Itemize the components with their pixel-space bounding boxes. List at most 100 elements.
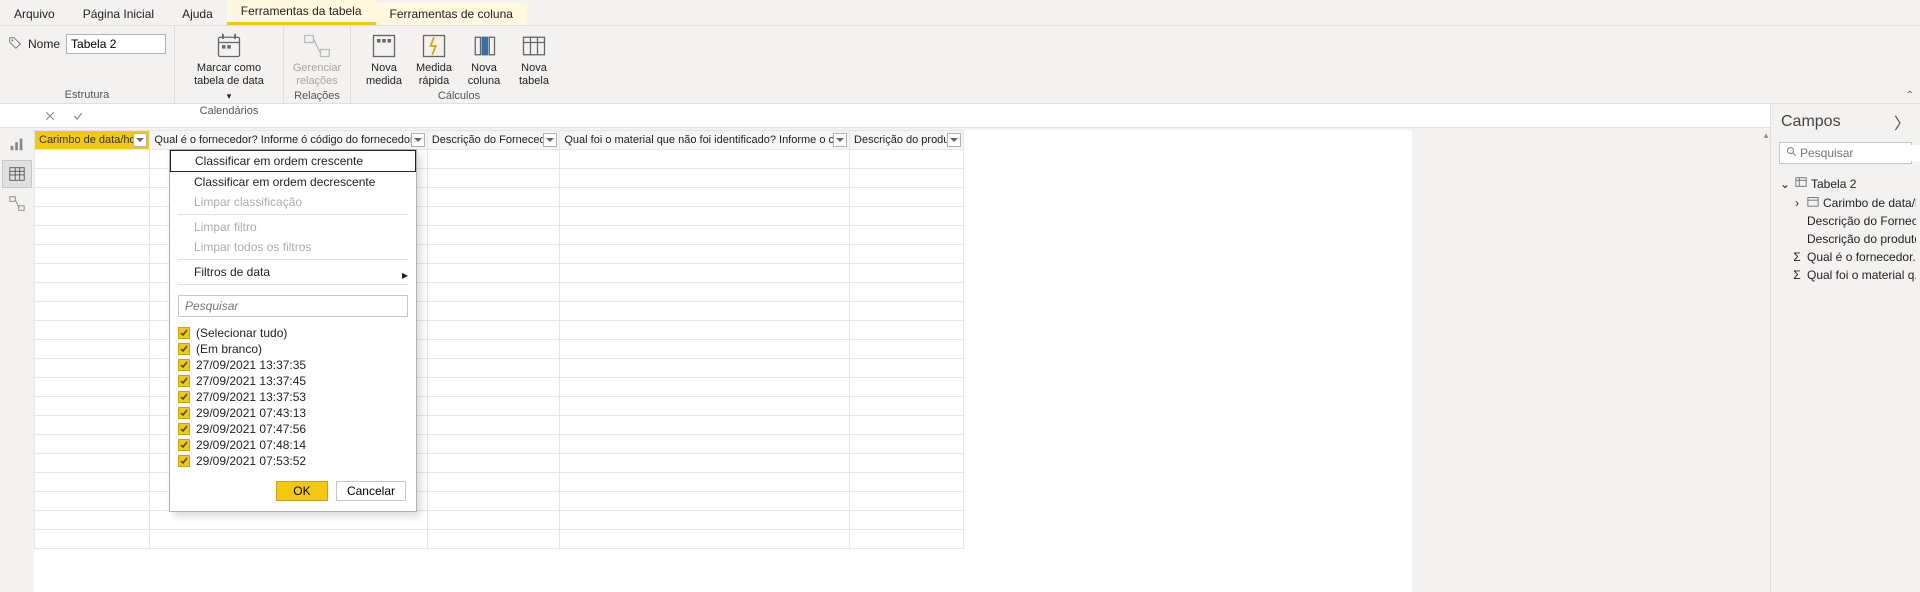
col-header-descricao-produto[interactable]: Descrição do produto xyxy=(850,131,964,150)
table-cell[interactable] xyxy=(427,283,560,302)
table-cell[interactable] xyxy=(35,321,150,340)
col-header-descricao-fornecedor[interactable]: Descrição do Fornecedor xyxy=(427,131,560,150)
table-cell[interactable] xyxy=(150,511,427,530)
table-cell[interactable] xyxy=(35,245,150,264)
table-cell[interactable] xyxy=(560,188,850,207)
table-cell[interactable] xyxy=(560,359,850,378)
tab-ferramentas-tabela[interactable]: Ferramentas da tabela xyxy=(227,0,376,25)
field-descricao-produto[interactable]: Descrição do produto xyxy=(1775,230,1916,248)
table-cell[interactable] xyxy=(35,188,150,207)
table-cell[interactable] xyxy=(560,492,850,511)
table-cell[interactable] xyxy=(35,378,150,397)
checkbox-checked-icon[interactable] xyxy=(178,359,190,371)
table-cell[interactable] xyxy=(427,207,560,226)
table-cell[interactable] xyxy=(850,226,964,245)
table-cell[interactable] xyxy=(560,169,850,188)
table-cell[interactable] xyxy=(35,264,150,283)
tab-ajuda[interactable]: Ajuda xyxy=(168,3,227,25)
table-cell[interactable] xyxy=(560,340,850,359)
checkbox-checked-icon[interactable] xyxy=(178,423,190,435)
medida-rapida-button[interactable]: Medida rápida xyxy=(409,30,459,90)
table-cell[interactable] xyxy=(427,321,560,340)
collapse-ribbon-icon[interactable]: ⌃ xyxy=(1906,90,1914,101)
table-cell[interactable] xyxy=(427,226,560,245)
checkbox-checked-icon[interactable] xyxy=(178,375,190,387)
checkbox-checked-icon[interactable] xyxy=(178,391,190,403)
filter-value-item[interactable]: 29/09/2021 07:48:14 xyxy=(178,437,408,453)
filter-value-item[interactable]: (Em branco) xyxy=(178,341,408,357)
table-cell[interactable] xyxy=(850,188,964,207)
field-qual-fornecedor[interactable]: Σ Qual é o fornecedor... xyxy=(1775,248,1916,266)
table-cell[interactable] xyxy=(850,150,964,169)
table-row[interactable] xyxy=(35,530,964,549)
nova-coluna-button[interactable]: Nova coluna xyxy=(459,30,509,90)
table-cell[interactable] xyxy=(850,302,964,321)
report-view-button[interactable] xyxy=(2,130,32,158)
cancel-formula-icon[interactable] xyxy=(40,106,60,126)
checkbox-checked-icon[interactable] xyxy=(178,455,190,467)
table-cell[interactable] xyxy=(35,530,150,549)
nova-tabela-button[interactable]: Nova tabela xyxy=(509,30,559,90)
table-cell[interactable] xyxy=(850,492,964,511)
table-cell[interactable] xyxy=(150,530,427,549)
table-cell[interactable] xyxy=(850,530,964,549)
table-cell[interactable] xyxy=(427,264,560,283)
table-cell[interactable] xyxy=(560,397,850,416)
table-cell[interactable] xyxy=(427,416,560,435)
table-cell[interactable] xyxy=(850,169,964,188)
table-cell[interactable] xyxy=(560,283,850,302)
filter-value-item[interactable]: 29/09/2021 07:53:52 xyxy=(178,453,408,469)
table-cell[interactable] xyxy=(850,435,964,454)
table-cell[interactable] xyxy=(560,302,850,321)
nome-input[interactable] xyxy=(66,34,166,54)
col-header-carimbo[interactable]: Carimbo de data/hora xyxy=(35,131,150,150)
table-cell[interactable] xyxy=(560,207,850,226)
table-cell[interactable] xyxy=(850,473,964,492)
filter-cancel-button[interactable]: Cancelar xyxy=(336,481,406,501)
table-cell[interactable] xyxy=(427,473,560,492)
field-descricao-fornecedor[interactable]: Descrição do Fornec... xyxy=(1775,212,1916,230)
table-cell[interactable] xyxy=(35,454,150,473)
tab-arquivo[interactable]: Arquivo xyxy=(0,3,69,25)
table-cell[interactable] xyxy=(850,416,964,435)
table-cell[interactable] xyxy=(427,397,560,416)
date-filters-item[interactable]: Filtros de data ▸ xyxy=(170,262,416,282)
sort-descending-item[interactable]: Classificar em ordem decrescente xyxy=(170,172,416,192)
table-cell[interactable] xyxy=(560,264,850,283)
table-cell[interactable] xyxy=(35,492,150,511)
checkbox-checked-icon[interactable] xyxy=(178,407,190,419)
filter-value-item[interactable]: 27/09/2021 13:37:53 xyxy=(178,389,408,405)
marcar-tabela-data-button[interactable]: Marcar como tabela de data ▾ xyxy=(183,30,275,105)
table-cell[interactable] xyxy=(427,511,560,530)
table-cell[interactable] xyxy=(850,321,964,340)
table-cell[interactable] xyxy=(560,530,850,549)
table-cell[interactable] xyxy=(427,245,560,264)
field-qual-material[interactable]: Σ Qual foi o material q... xyxy=(1775,266,1916,284)
table-cell[interactable] xyxy=(35,416,150,435)
col-filter-carimbo[interactable] xyxy=(133,133,147,147)
table-cell[interactable] xyxy=(560,378,850,397)
table-cell[interactable] xyxy=(35,226,150,245)
col-filter-descricao-produto[interactable] xyxy=(947,133,961,147)
chevron-right-icon[interactable]: 〉 xyxy=(1894,110,1910,134)
table-cell[interactable] xyxy=(560,473,850,492)
nova-medida-button[interactable]: Nova medida xyxy=(359,30,409,90)
table-cell[interactable] xyxy=(850,359,964,378)
table-cell[interactable] xyxy=(427,454,560,473)
table-cell[interactable] xyxy=(850,454,964,473)
tab-pagina-inicial[interactable]: Página Inicial xyxy=(69,3,168,25)
table-row[interactable] xyxy=(35,511,964,530)
table-cell[interactable] xyxy=(427,188,560,207)
table-cell[interactable] xyxy=(427,359,560,378)
checkbox-checked-icon[interactable] xyxy=(178,327,190,339)
table-cell[interactable] xyxy=(35,150,150,169)
filter-value-item[interactable]: 29/09/2021 07:47:56 xyxy=(178,421,408,437)
filter-value-item[interactable]: 29/09/2021 07:43:13 xyxy=(178,405,408,421)
table-cell[interactable] xyxy=(35,473,150,492)
table-cell[interactable] xyxy=(560,226,850,245)
table-cell[interactable] xyxy=(35,511,150,530)
table-cell[interactable] xyxy=(35,207,150,226)
table-cell[interactable] xyxy=(560,150,850,169)
col-header-material[interactable]: Qual foi o material que não foi identifi… xyxy=(560,131,850,150)
col-filter-descricao-fornecedor[interactable] xyxy=(543,133,557,147)
